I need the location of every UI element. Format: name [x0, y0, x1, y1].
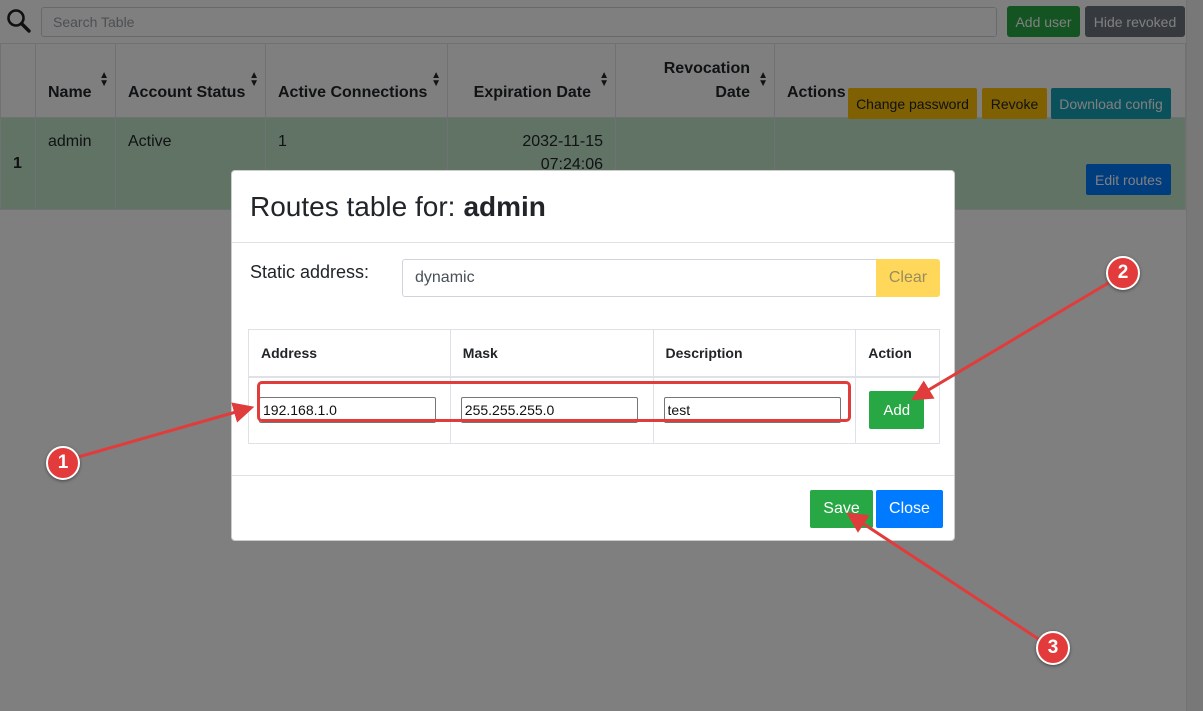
add-route-button[interactable]: Add	[869, 391, 925, 430]
description-input[interactable]	[663, 397, 841, 424]
column-header-address: Address	[248, 329, 451, 378]
action-cell: Add	[855, 376, 940, 444]
step-badge-2: 2	[1106, 256, 1140, 290]
step-badge-1: 1	[46, 446, 80, 480]
mask-cell	[449, 376, 654, 444]
modal-header: Routes table for: admin	[232, 171, 954, 243]
address-cell	[248, 376, 451, 444]
description-cell	[652, 376, 857, 444]
mask-input[interactable]	[460, 397, 638, 424]
step-badge-3: 3	[1036, 631, 1070, 665]
modal-title-prefix: Routes table for:	[250, 190, 456, 222]
static-address-label: Static address:	[250, 262, 370, 282]
routes-table: Address Mask Description Action Add	[248, 329, 940, 444]
column-header-mask: Mask	[449, 329, 654, 378]
static-address-input[interactable]	[402, 259, 877, 297]
column-header-action: Action	[855, 329, 940, 378]
modal-footer: Save Close	[232, 475, 954, 541]
save-button[interactable]: Save	[810, 490, 873, 528]
column-header-description: Description	[652, 329, 857, 378]
close-button[interactable]: Close	[876, 490, 943, 528]
address-input[interactable]	[259, 397, 436, 424]
new-route-row: Add	[248, 376, 940, 444]
routes-modal: Routes table for: admin Static address: …	[231, 170, 955, 541]
modal-title-user: admin	[463, 190, 546, 222]
clear-button[interactable]: Clear	[876, 259, 940, 297]
